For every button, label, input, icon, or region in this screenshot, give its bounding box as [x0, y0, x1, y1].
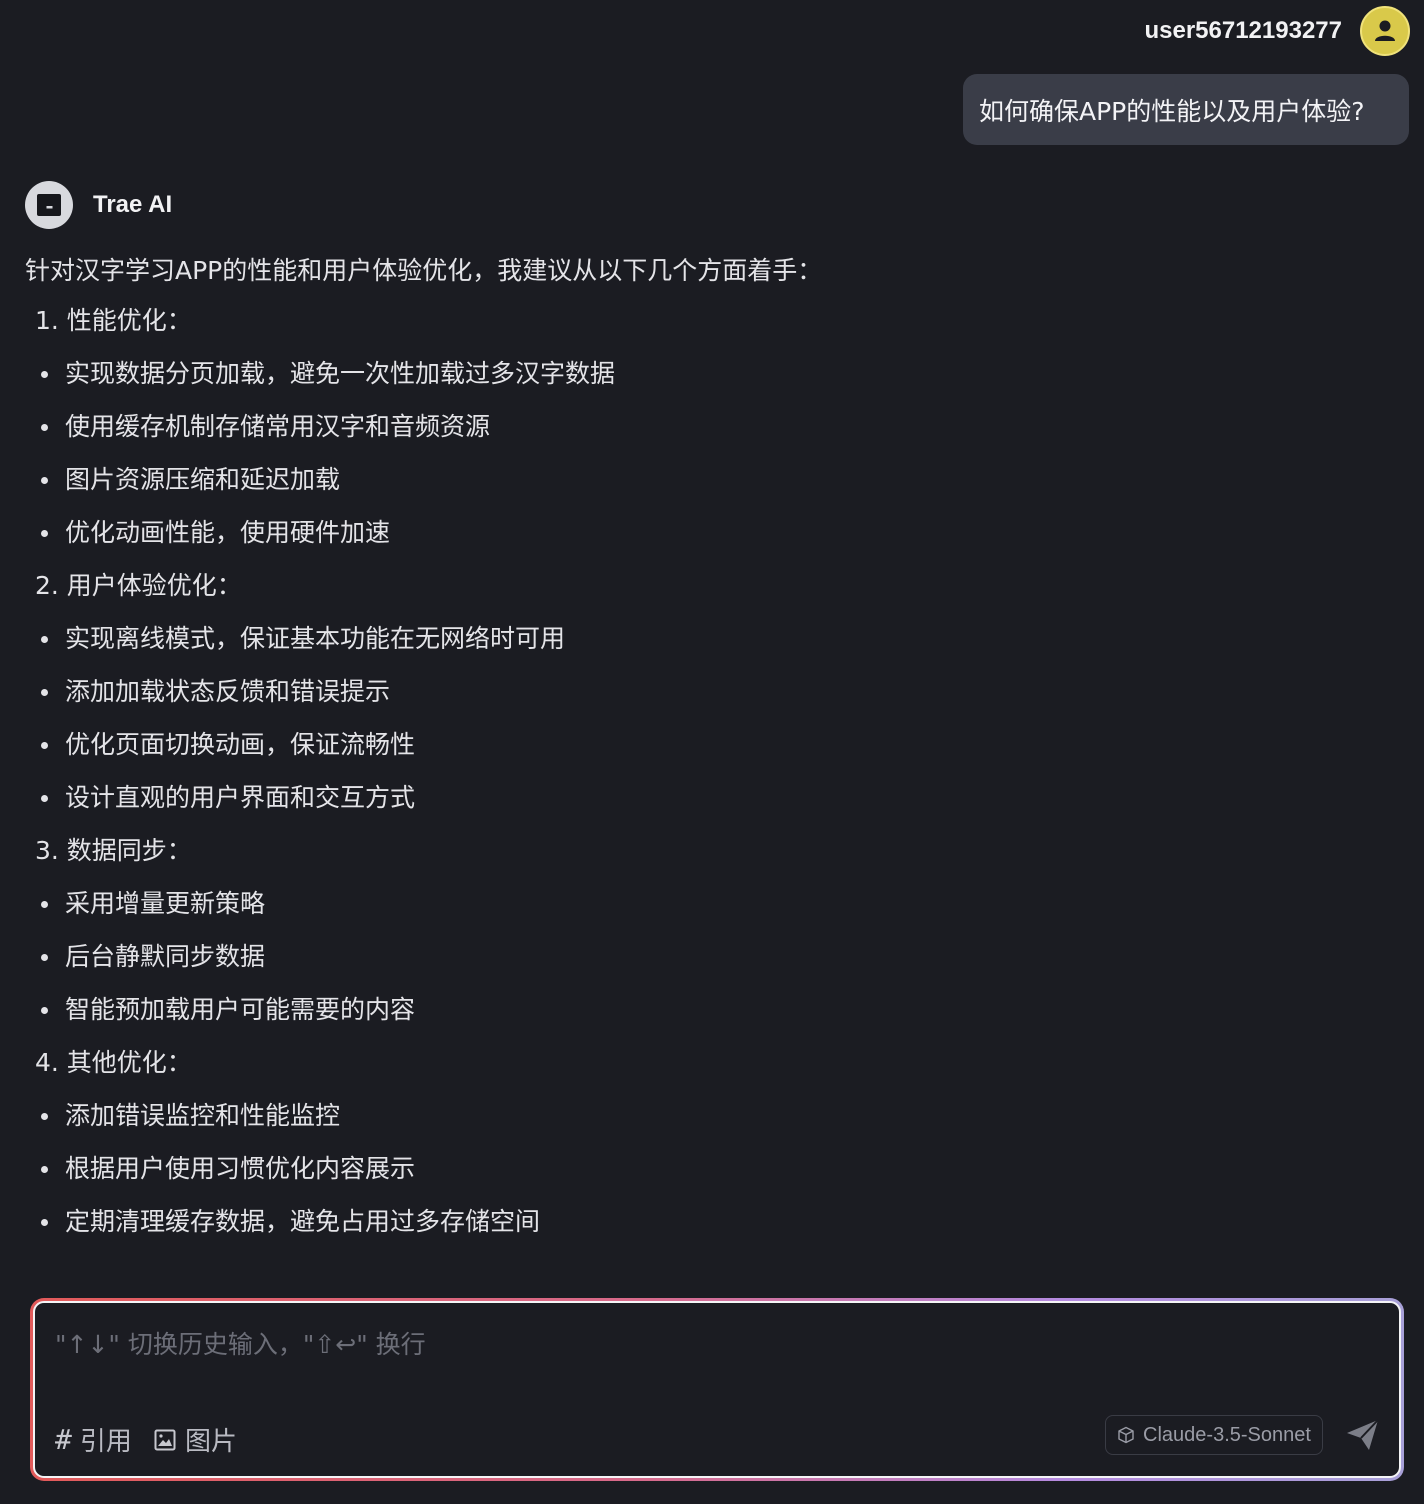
- bullet-icon: [41, 901, 48, 908]
- list-item: 采用增量更新策略: [25, 877, 1395, 930]
- cube-icon: [1118, 1426, 1134, 1444]
- image-icon: [154, 1429, 176, 1450]
- section-heading: 2. 用户体验优化：: [35, 571, 242, 600]
- list-item-text: 添加加载状态反馈和错误提示: [65, 677, 391, 706]
- list-item: 优化页面切换动画，保证流畅性: [25, 718, 1395, 771]
- list-item-text: 根据用户使用习惯优化内容展示: [65, 1154, 416, 1183]
- model-name: Claude-3.5-Sonnet: [1143, 1423, 1311, 1446]
- list-item-text: 定期清理缓存数据，避免占用过多存储空间: [65, 1207, 541, 1236]
- reference-label: 引用: [79, 1427, 132, 1457]
- list-item-text: 智能预加载用户可能需要的内容: [65, 995, 416, 1024]
- bullet-icon: [41, 1166, 48, 1173]
- assistant-avatar: [25, 181, 73, 229]
- list-item-text: 后台静默同步数据: [65, 942, 266, 971]
- bullet-icon: [41, 795, 48, 802]
- section-heading: 4. 其他优化：: [35, 1048, 192, 1077]
- bullet-icon: [41, 530, 48, 537]
- section-heading: 3. 数据同步：: [35, 836, 192, 865]
- send-icon: [1347, 1419, 1379, 1450]
- list-item-text: 采用增量更新策略: [65, 889, 266, 918]
- bullet-icon: [41, 371, 48, 378]
- input-placeholder: "↑↓" 切换历史输入，"⇧↩" 换行: [55, 1330, 426, 1359]
- bullet-icon: [41, 477, 48, 484]
- bullet-icon: [41, 742, 48, 749]
- bullet-icon: [41, 636, 48, 643]
- list-item-text: 使用缓存机制存储常用汉字和音频资源: [65, 412, 491, 441]
- image-button[interactable]: 图片: [153, 1421, 237, 1458]
- assistant-name: Trae AI: [93, 191, 173, 218]
- list-item-text: 优化动画性能，使用硬件加速: [65, 518, 391, 547]
- assistant-header: Trae AI: [25, 181, 172, 229]
- bullet-icon: [41, 1219, 48, 1226]
- trae-logo-icon: [37, 194, 61, 216]
- list-item: 定期清理缓存数据，避免占用过多存储空间: [25, 1195, 1395, 1248]
- bullet-icon: [41, 954, 48, 961]
- assistant-message: 针对汉字学习APP的性能和用户体验优化，我建议从以下几个方面着手： 1. 性能优…: [25, 248, 1395, 1248]
- list-item-text: 图片资源压缩和延迟加载: [65, 465, 341, 494]
- list-item: 实现离线模式，保证基本功能在无网络时可用: [25, 612, 1395, 665]
- list-item-text: 设计直观的用户界面和交互方式: [65, 783, 416, 812]
- list-item-text: 实现数据分页加载，避免一次性加载过多汉字数据: [65, 359, 616, 388]
- hash-icon: #: [55, 1423, 72, 1456]
- model-selector[interactable]: Claude-3.5-Sonnet: [1105, 1415, 1323, 1455]
- list-item: 根据用户使用习惯优化内容展示: [25, 1142, 1395, 1195]
- bullet-icon: [41, 424, 48, 431]
- bullet-icon: [41, 1007, 48, 1014]
- list-item: 设计直观的用户界面和交互方式: [25, 771, 1395, 824]
- list-item-text: 实现离线模式，保证基本功能在无网络时可用: [65, 624, 566, 653]
- section-heading: 1. 性能优化：: [35, 306, 192, 335]
- username: user56712193277: [1144, 17, 1342, 44]
- list-item-text: 优化页面切换动画，保证流畅性: [65, 730, 416, 759]
- chat-input[interactable]: "↑↓" 切换历史输入，"⇧↩" 换行 # 引用 图片 Claude-3.5-S…: [33, 1301, 1401, 1478]
- reference-button[interactable]: # 引用: [55, 1421, 132, 1458]
- list-item: 图片资源压缩和延迟加载: [25, 453, 1395, 506]
- list-item: 添加加载状态反馈和错误提示: [25, 665, 1395, 718]
- user-message-text: 如何确保APP的性能以及用户体验?: [979, 96, 1365, 126]
- list-item: 使用缓存机制存储常用汉字和音频资源: [25, 400, 1395, 453]
- list-item: 添加错误监控和性能监控: [25, 1089, 1395, 1142]
- chat-input-container: "↑↓" 切换历史输入，"⇧↩" 换行 # 引用 图片 Claude-3.5-S…: [30, 1298, 1404, 1481]
- list-item: 优化动画性能，使用硬件加速: [25, 506, 1395, 559]
- answer-intro: 针对汉字学习APP的性能和用户体验优化，我建议从以下几个方面着手：: [25, 256, 823, 285]
- image-label: 图片: [185, 1427, 238, 1457]
- user-message-bubble: 如何确保APP的性能以及用户体验?: [963, 74, 1409, 145]
- list-item: 智能预加载用户可能需要的内容: [25, 983, 1395, 1036]
- bullet-icon: [41, 689, 48, 696]
- user-avatar[interactable]: [1360, 6, 1410, 56]
- user-header: user56712193277: [1144, 6, 1410, 56]
- bullet-icon: [41, 1113, 48, 1120]
- list-item-text: 添加错误监控和性能监控: [65, 1101, 341, 1130]
- send-button[interactable]: [1343, 1417, 1383, 1453]
- list-item: 后台静默同步数据: [25, 930, 1395, 983]
- list-item: 实现数据分页加载，避免一次性加载过多汉字数据: [25, 347, 1395, 400]
- person-icon: [1375, 20, 1395, 41]
